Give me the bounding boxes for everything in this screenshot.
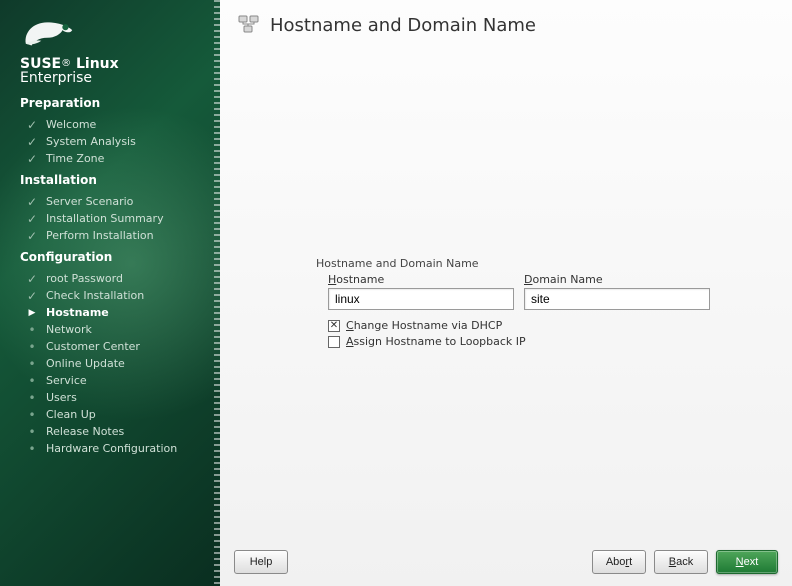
hostname-field-group: Hostname [328, 273, 514, 310]
help-button[interactable]: Help [234, 550, 288, 574]
sidebar-item-users[interactable]: Users [26, 391, 208, 404]
sidebar-item-hardware-configuration[interactable]: Hardware Configuration [26, 442, 208, 455]
sidebar-item-label: Network [46, 323, 92, 336]
domain-input[interactable] [524, 288, 710, 310]
assign-hostname-loopback-checkbox[interactable] [328, 336, 340, 348]
hostname-label: Hostname [328, 273, 514, 286]
domain-label: Domain Name [524, 273, 710, 286]
abort-button[interactable]: Abort [592, 550, 646, 574]
sidebar-item-label: Clean Up [46, 408, 96, 421]
assign-hostname-loopback-row[interactable]: Assign Hostname to Loopback IP [328, 335, 526, 348]
sidebar-item-label: Time Zone [46, 152, 104, 165]
main-pane: Hostname and Domain Name Hostname and Do… [220, 0, 792, 586]
check-icon [26, 153, 38, 165]
brand-reg: ® [61, 58, 71, 69]
bullet-icon [26, 409, 38, 421]
check-icon [26, 136, 38, 148]
check-icon [26, 213, 38, 225]
arrow-right-icon [26, 307, 38, 319]
sidebar-item-time-zone[interactable]: Time Zone [26, 152, 208, 165]
sidebar-item-service[interactable]: Service [26, 374, 208, 387]
sidebar-item-label: Hostname [46, 306, 109, 319]
sidebar-item-label: Server Scenario [46, 195, 133, 208]
bullet-icon [26, 375, 38, 387]
bullet-icon [26, 392, 38, 404]
next-button[interactable]: Next [716, 550, 778, 574]
section-configuration-title: Configuration [20, 250, 208, 264]
sidebar-item-label: Online Update [46, 357, 125, 370]
network-hosts-icon [238, 14, 260, 37]
sidebar-item-label: Service [46, 374, 87, 387]
page-header: Hostname and Domain Name [220, 0, 792, 47]
sidebar-item-welcome[interactable]: Welcome [26, 118, 208, 131]
check-icon [26, 230, 38, 242]
sidebar-item-perform-installation[interactable]: Perform Installation [26, 229, 208, 242]
sidebar-item-label: Users [46, 391, 77, 404]
bullet-icon [26, 358, 38, 370]
hostname-input[interactable] [328, 288, 514, 310]
brand-line2: Enterprise [20, 70, 208, 86]
sidebar-item-system-analysis[interactable]: System Analysis [26, 135, 208, 148]
sidebar: SUSE® Linux Enterprise Preparation Welco… [0, 0, 220, 586]
bullet-icon [26, 341, 38, 353]
check-icon [26, 273, 38, 285]
app-root: SUSE® Linux Enterprise Preparation Welco… [0, 0, 792, 586]
sidebar-item-server-scenario[interactable]: Server Scenario [26, 195, 208, 208]
sidebar-item-label: System Analysis [46, 135, 136, 148]
sidebar-item-label: Customer Center [46, 340, 140, 353]
checkbox-label: Change Hostname via DHCP [346, 319, 502, 332]
check-icon [26, 290, 38, 302]
sidebar-item-hostname[interactable]: Hostname [26, 306, 208, 319]
bullet-icon [26, 443, 38, 455]
checkbox-label: Assign Hostname to Loopback IP [346, 335, 526, 348]
sidebar-item-label: Hardware Configuration [46, 442, 177, 455]
page-title: Hostname and Domain Name [270, 15, 536, 36]
suse-chameleon-logo-icon [20, 12, 78, 52]
bullet-icon [26, 426, 38, 438]
bullet-icon [26, 324, 38, 336]
sidebar-item-label: Welcome [46, 118, 96, 131]
sidebar-item-label: Perform Installation [46, 229, 154, 242]
sidebar-item-release-notes[interactable]: Release Notes [26, 425, 208, 438]
sidebar-item-clean-up[interactable]: Clean Up [26, 408, 208, 421]
change-hostname-dhcp-row[interactable]: Change Hostname via DHCP [328, 319, 502, 332]
check-icon [26, 196, 38, 208]
sidebar-item-label: Release Notes [46, 425, 124, 438]
group-label: Hostname and Domain Name [316, 257, 479, 270]
sidebar-item-check-installation[interactable]: Check Installation [26, 289, 208, 302]
sidebar-item-installation-summary[interactable]: Installation Summary [26, 212, 208, 225]
back-button[interactable]: Back [654, 550, 708, 574]
sidebar-item-network[interactable]: Network [26, 323, 208, 336]
sidebar-item-customer-center[interactable]: Customer Center [26, 340, 208, 353]
brand-block [20, 12, 208, 52]
footer-bar: Help Abort Back Next [220, 542, 792, 586]
content-area: Hostname and Domain Name Hostname Domain… [220, 47, 792, 542]
change-hostname-dhcp-checkbox[interactable] [328, 320, 340, 332]
section-preparation-title: Preparation [20, 96, 208, 110]
domain-field-group: Domain Name [524, 273, 710, 310]
sidebar-item-label: root Password [46, 272, 123, 285]
sidebar-item-root-password[interactable]: root Password [26, 272, 208, 285]
sidebar-item-label: Check Installation [46, 289, 144, 302]
sidebar-item-label: Installation Summary [46, 212, 164, 225]
section-installation-title: Installation [20, 173, 208, 187]
check-icon [26, 119, 38, 131]
sidebar-item-online-update[interactable]: Online Update [26, 357, 208, 370]
